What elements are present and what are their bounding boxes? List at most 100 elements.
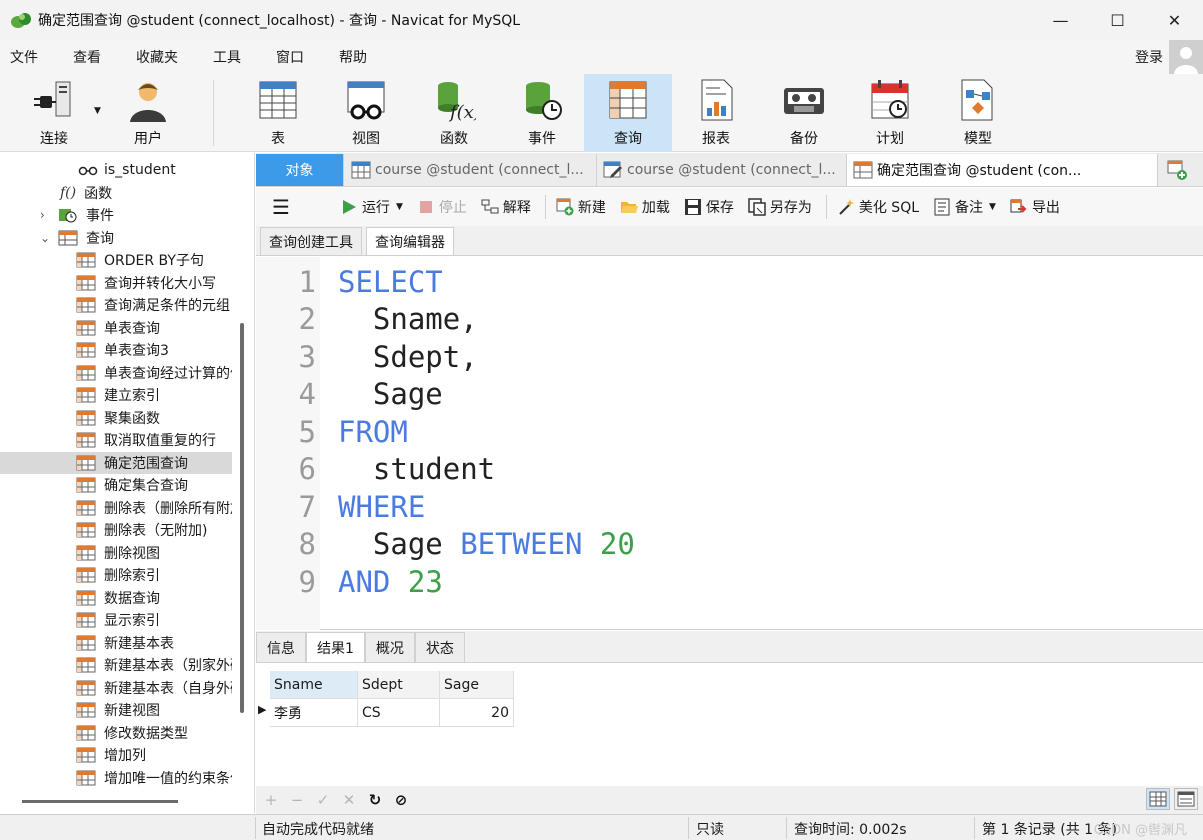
schedule-button[interactable]: 计划 (846, 74, 934, 152)
note-button[interactable]: 备注 ▼ (933, 197, 996, 217)
sidebar-query-item[interactable]: 增加唯一值的约束条件 (0, 767, 232, 789)
tab-course-1[interactable]: course @student (connect_l... (345, 154, 597, 186)
refresh-icon[interactable]: ↻ (362, 791, 388, 809)
grid-view-button[interactable] (1146, 788, 1170, 810)
discard-changes-icon[interactable]: ✕ (336, 791, 362, 809)
menu-view[interactable]: 查看 (63, 47, 114, 67)
add-record-icon[interactable]: + (258, 791, 284, 809)
chevron-down-icon[interactable]: ⌄ (40, 231, 58, 245)
sidebar-query-item[interactable]: 数据查询 (0, 587, 232, 609)
delete-record-icon[interactable]: − (284, 791, 310, 809)
sidebar-query-item[interactable]: 增加列 (0, 744, 232, 766)
table-cell[interactable]: 20 (440, 699, 514, 727)
sidebar-query-item[interactable]: 单表查询经过计算的值 (0, 362, 232, 384)
view-button[interactable]: 视图 (322, 74, 410, 152)
sidebar-query-item[interactable]: 删除视图 (0, 542, 232, 564)
model-button[interactable]: 模型 (934, 74, 1022, 152)
tree-queries[interactable]: ⌄ 查询 (0, 227, 232, 249)
export-button[interactable]: 导出 (1010, 197, 1060, 217)
sidebar-query-item[interactable]: 新建视图 (0, 699, 232, 721)
menu-tools[interactable]: 工具 (203, 47, 254, 67)
tree-events[interactable]: › 事件 (0, 204, 232, 226)
code-text: Sname, (338, 302, 478, 336)
tab-status[interactable]: 状态 (414, 632, 465, 662)
new-query-button[interactable]: 新建 (556, 197, 606, 217)
tab-info[interactable]: 信息 (256, 632, 306, 662)
explain-button[interactable]: 解释 (481, 197, 531, 217)
menu-favorites[interactable]: 收藏夹 (126, 47, 191, 67)
save-as-button[interactable]: 另存为 (748, 197, 812, 217)
close-button[interactable]: ✕ (1146, 0, 1203, 40)
table-icon (351, 161, 371, 179)
connect-dropdown-icon[interactable]: ▼ (94, 106, 101, 116)
sidebar-query-item[interactable]: 删除表（删除所有附加） (0, 497, 232, 519)
backup-button[interactable]: 备份 (760, 74, 848, 152)
table-button[interactable]: 表 (234, 74, 322, 152)
table-cell[interactable]: CS (358, 699, 440, 727)
sidebar-query-item[interactable]: 单表查询 (0, 317, 232, 339)
beautify-sql-button[interactable]: 美化 SQL (837, 197, 919, 217)
menu-help[interactable]: 帮助 (329, 47, 380, 67)
tab-current-query[interactable]: 确定范围查询 @student (con... (847, 154, 1095, 186)
note-dropdown-icon[interactable]: ▼ (989, 202, 996, 212)
function-button[interactable]: f(x) 函数 (410, 74, 498, 152)
column-header-sdept[interactable]: Sdept (358, 671, 440, 699)
form-view-button[interactable] (1174, 788, 1198, 810)
tree-view-item[interactable]: is_student (0, 159, 232, 181)
sidebar-query-item[interactable]: 显示索引 (0, 609, 232, 631)
tab-query-editor[interactable]: 查询编辑器 (366, 227, 454, 255)
sidebar-query-item[interactable]: 删除索引 (0, 564, 232, 586)
tree-functions[interactable]: f() 函数 (0, 182, 232, 204)
sidebar-query-item[interactable]: 建立索引 (0, 384, 232, 406)
report-button[interactable]: 报表 (672, 74, 760, 152)
chevron-right-icon[interactable]: › (40, 208, 58, 222)
run-button[interactable]: 运行 ▼ (340, 197, 403, 217)
save-button[interactable]: 保存 (684, 197, 734, 217)
column-header-sname[interactable]: Sname (270, 671, 358, 699)
stop-button[interactable]: 停止 (417, 197, 467, 217)
sidebar-query-item[interactable]: 新建基本表 (0, 632, 232, 654)
menu-file[interactable]: 文件 (0, 47, 51, 67)
sidebar-query-item[interactable]: ORDER BY子句 (0, 249, 232, 271)
tab-objects[interactable]: 对象 (256, 154, 344, 186)
query-icon (76, 702, 96, 718)
sidebar-query-item[interactable]: 查询并转化大小写 (0, 272, 232, 294)
sidebar-query-item[interactable]: 单表查询3 (0, 339, 232, 361)
new-tab-button[interactable] (1166, 159, 1190, 181)
sidebar-query-item[interactable]: 查询满足条件的元组 (0, 294, 232, 316)
menu-window[interactable]: 窗口 (266, 47, 317, 67)
event-button[interactable]: 事件 (498, 74, 586, 152)
maximize-button[interactable]: ☐ (1089, 0, 1146, 40)
user-button[interactable]: 用户 (104, 74, 192, 152)
sidebar-query-item[interactable]: 新建基本表（自身外码） (0, 677, 232, 699)
sidebar-query-item[interactable]: 聚集函数 (0, 407, 232, 429)
line-number: 1 (298, 264, 316, 299)
sidebar-query-item[interactable]: 修改数据类型 (0, 722, 232, 744)
hamburger-menu-icon[interactable]: ☰ (272, 195, 290, 219)
tab-query-builder[interactable]: 查询创建工具 (260, 227, 362, 255)
sidebar-query-label: 删除视图 (104, 545, 160, 562)
load-button[interactable]: 加载 (620, 197, 670, 217)
code-text: FROM (338, 415, 408, 449)
sidebar-query-item[interactable]: 确定集合查询 (0, 474, 232, 496)
minimize-button[interactable]: — (1032, 0, 1089, 40)
sql-editor[interactable]: 1 SELECT 2 Sname, 3 Sdept, 4 Sage 5 FROM 6 stud… (256, 257, 1203, 630)
sidebar-vertical-scrollbar[interactable] (240, 323, 244, 713)
sidebar-query-item[interactable]: 新建基本表（别家外码） (0, 654, 232, 676)
connect-button[interactable]: 连接 (10, 74, 98, 152)
sidebar-horizontal-scrollbar[interactable] (22, 800, 178, 803)
stop-loading-icon[interactable]: ⊘ (388, 791, 414, 809)
sidebar-query-item[interactable]: 删除表（无附加) (0, 519, 232, 541)
login-link[interactable]: 登录 (1135, 47, 1163, 67)
tab-course-2[interactable]: course @student (connect_l... (597, 154, 847, 186)
apply-changes-icon[interactable]: ✓ (310, 791, 336, 809)
run-dropdown-icon[interactable]: ▼ (396, 202, 403, 212)
avatar[interactable] (1169, 40, 1203, 74)
tab-profile[interactable]: 概况 (364, 632, 415, 662)
table-cell[interactable]: 李勇 (270, 699, 358, 727)
query-button[interactable]: 查询 (584, 74, 672, 152)
column-header-sage[interactable]: Sage (440, 671, 514, 699)
tab-result1[interactable]: 结果1 (306, 632, 365, 662)
sidebar-query-item[interactable]: 取消取值重复的行 (0, 429, 232, 451)
sidebar-query-item[interactable]: 确定范围查询 (0, 451, 232, 474)
